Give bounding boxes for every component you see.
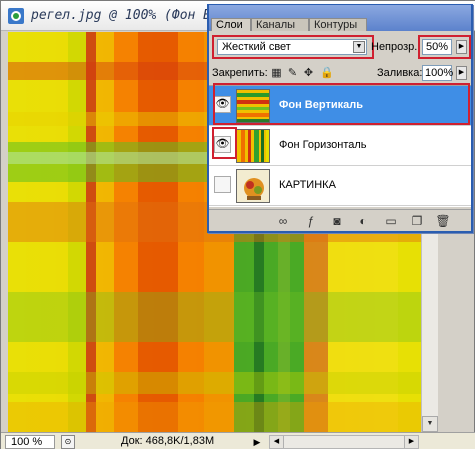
mask-icon[interactable]: ◙ <box>329 213 345 229</box>
photoshop-doc-icon <box>8 8 24 24</box>
highlight-outline <box>213 83 470 125</box>
fill-slider-arrow-icon[interactable]: ▶ <box>456 66 467 80</box>
highlight-outline <box>212 35 374 59</box>
layer-name: КАРТИНКА <box>279 179 336 191</box>
highlight-outline <box>418 35 471 59</box>
tab-channels[interactable]: Каналы <box>251 18 309 31</box>
layer-name: Фон Горизонталь <box>279 139 367 151</box>
lock-position-icon[interactable]: ✥ <box>303 68 314 79</box>
lock-pixels-icon[interactable]: ✎ <box>287 68 298 79</box>
group-icon[interactable]: ▭ <box>383 213 399 229</box>
tab-paths[interactable]: Контуры <box>309 18 367 31</box>
scroll-down-arrow-icon[interactable]: ▼ <box>422 416 438 432</box>
opacity-label: Непрозр.: <box>371 41 421 53</box>
link-icon[interactable]: ∞ <box>275 213 291 229</box>
layers-panel: Слои Каналы Контуры Жесткий свет ▼ Непро… <box>207 4 473 233</box>
status-info-icon[interactable]: ⊙ <box>61 435 75 449</box>
layer-thumbnail <box>236 169 270 203</box>
layer-thumbnail <box>236 129 270 163</box>
status-bar: 100 % ⊙ Док: 468,8K/1,83M ▶ ◀ ▶ <box>1 432 475 449</box>
panel-footer: ∞ ƒ ◙ ◐ ▭ ❐ 🗑 <box>209 209 471 231</box>
layer-row[interactable]: КАРТИНКА <box>209 166 471 206</box>
scroll-left-arrow-icon[interactable]: ◀ <box>270 436 284 448</box>
layer-style-icon[interactable]: ƒ <box>303 213 319 229</box>
new-layer-icon[interactable]: ❐ <box>409 213 425 229</box>
panel-tab-bar: Слои Каналы Контуры <box>209 5 471 31</box>
zoom-field[interactable]: 100 % <box>5 435 55 449</box>
lock-all-icon[interactable]: 🔒 <box>320 68 334 79</box>
tab-layers[interactable]: Слои <box>211 18 251 31</box>
visibility-toggle-empty[interactable] <box>214 176 231 193</box>
lock-row: Закрепить: ▦ ✎ ✥ 🔒 Заливка: 100% ▶ <box>209 65 471 83</box>
status-menu-arrow-icon[interactable]: ▶ <box>251 435 263 449</box>
lock-transparency-icon[interactable]: ▦ <box>271 68 282 79</box>
lock-label: Закрепить: <box>212 67 268 79</box>
scroll-right-arrow-icon[interactable]: ▶ <box>404 436 418 448</box>
adjustment-icon[interactable]: ◐ <box>355 213 371 229</box>
trash-icon[interactable]: 🗑 <box>435 213 451 229</box>
document-size: Док: 468,8K/1,83M <box>121 435 215 447</box>
fill-label: Заливка: <box>377 67 423 79</box>
layer-row[interactable]: 👁 Фон Горизонталь <box>209 126 471 166</box>
fill-input[interactable]: 100% <box>422 65 453 81</box>
horizontal-scrollbar[interactable]: ◀ ▶ <box>269 435 419 449</box>
highlight-outline <box>212 127 237 159</box>
